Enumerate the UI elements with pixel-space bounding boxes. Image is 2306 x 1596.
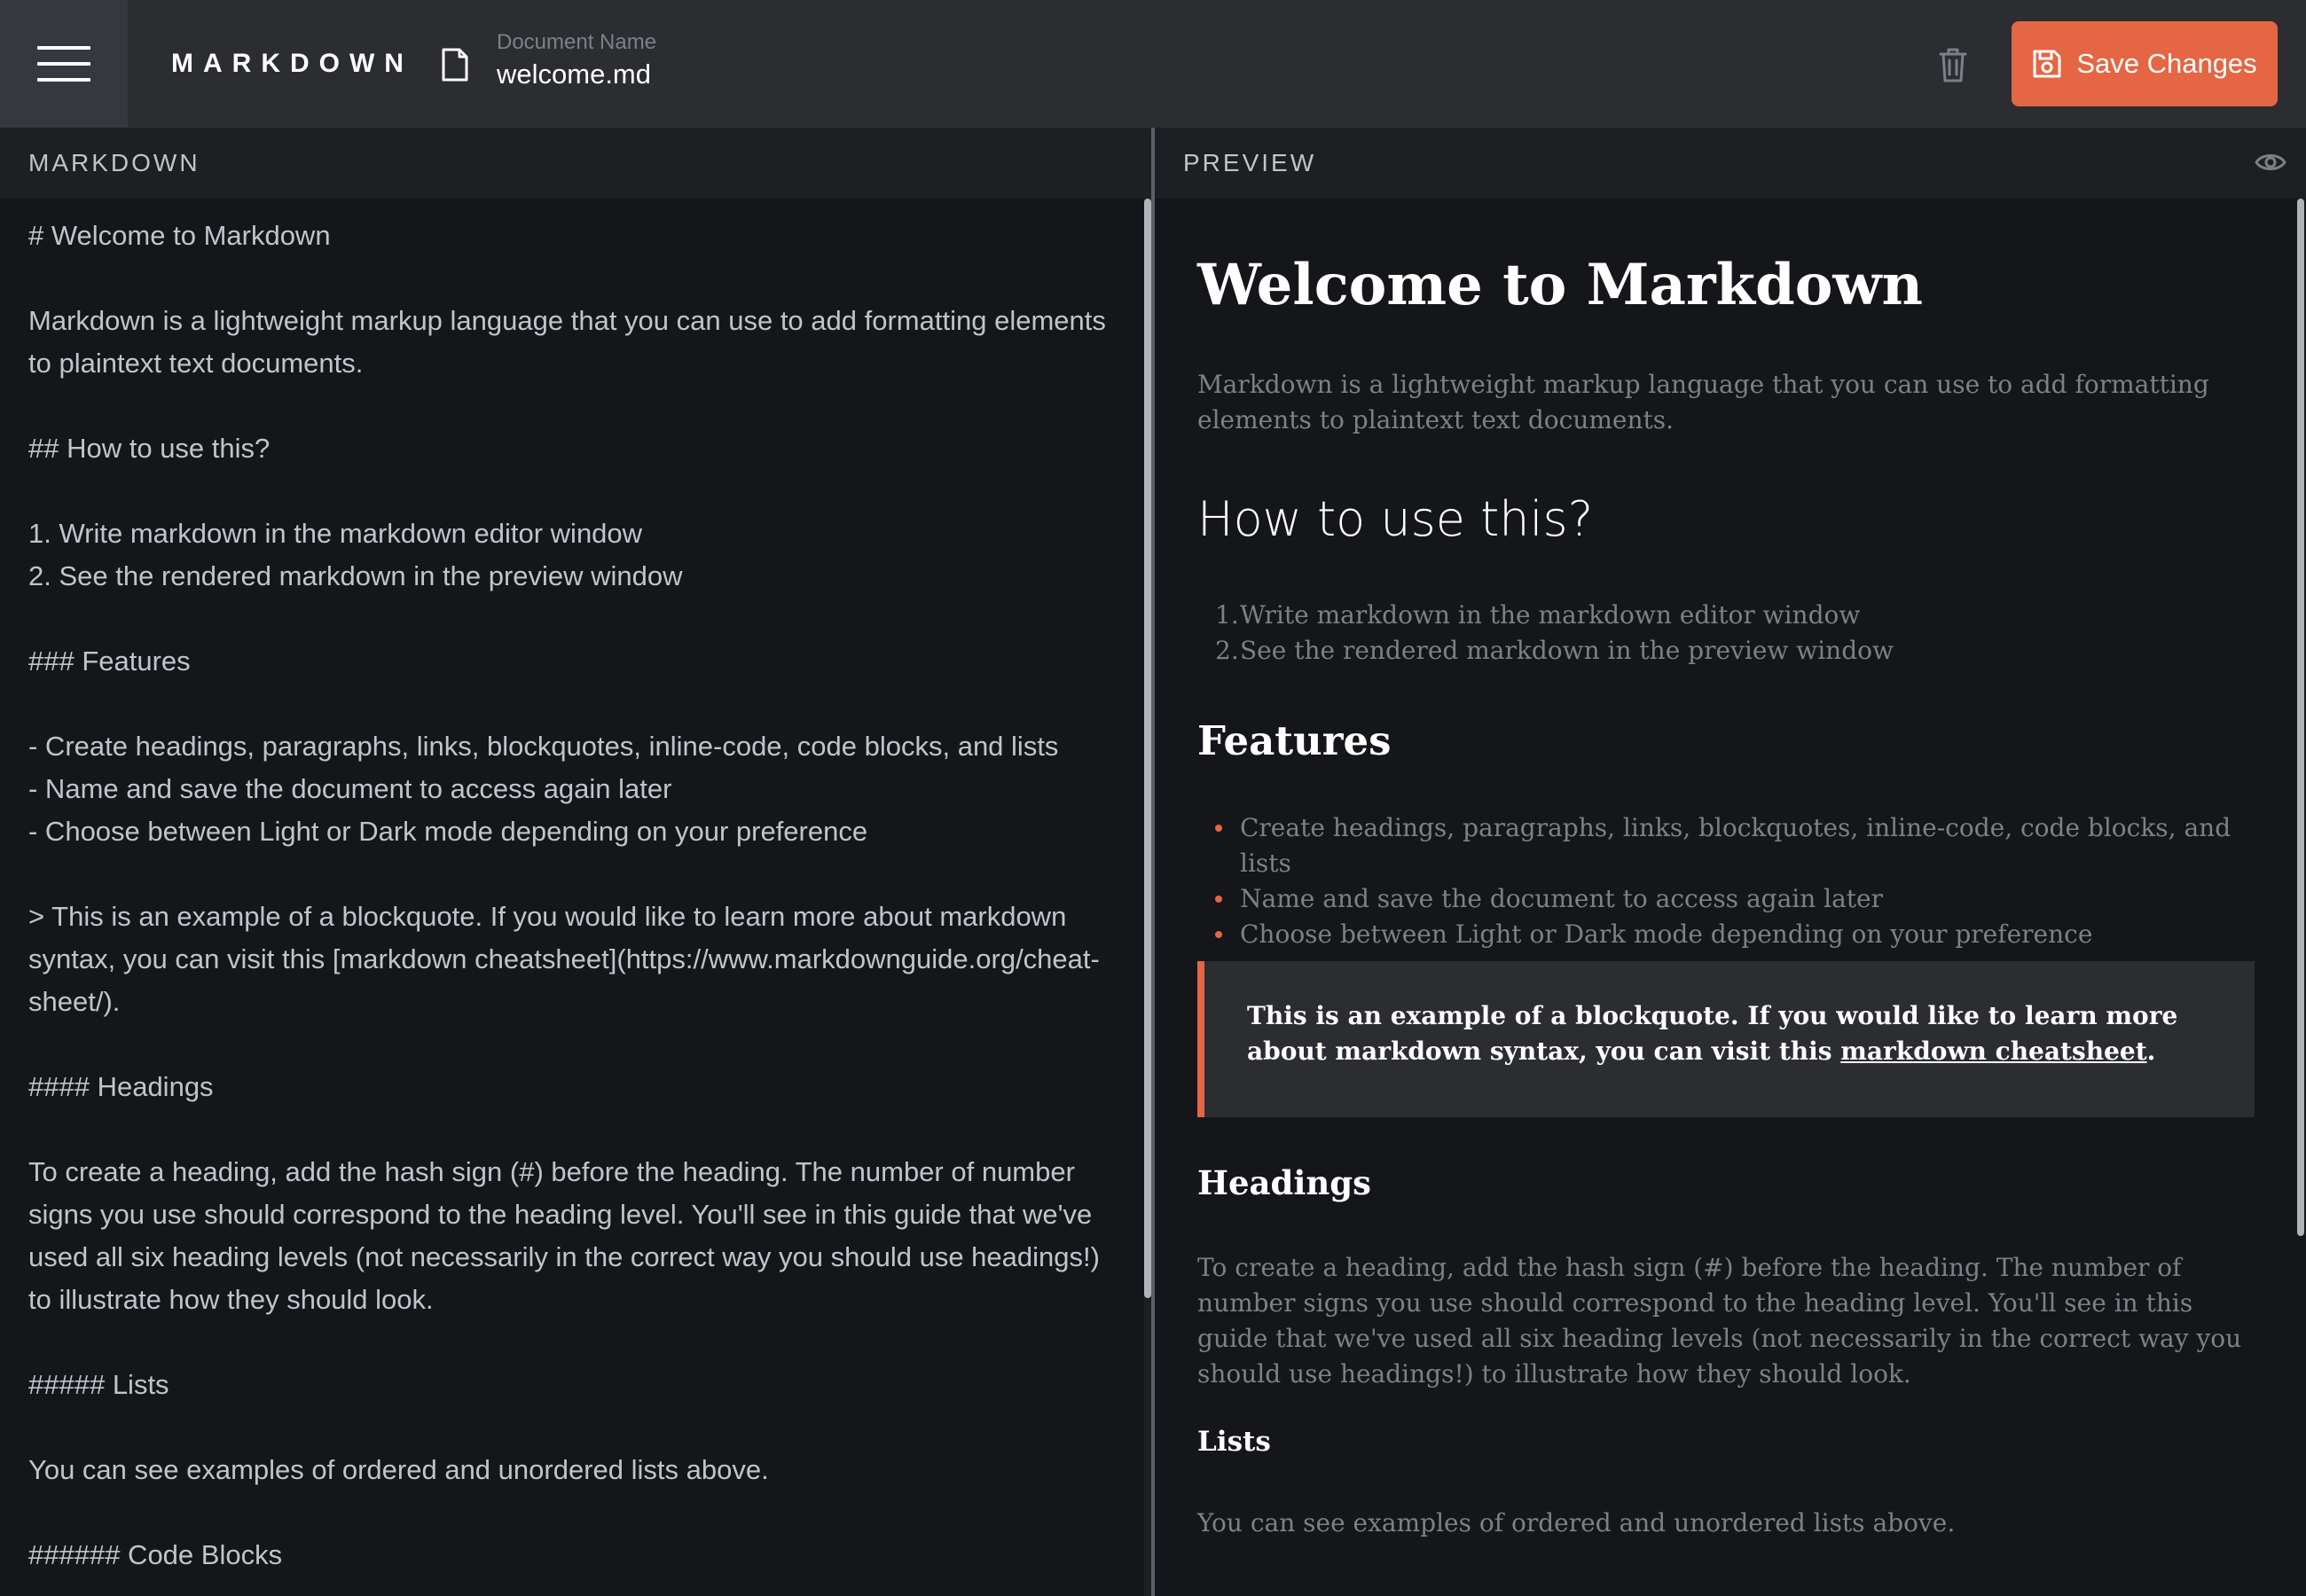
- preview-lists-paragraph: You can see examples of ordered and unor…: [1197, 1508, 1956, 1537]
- app-logo: MARKDOWN: [171, 49, 413, 78]
- save-button-label: Save Changes: [2076, 48, 2257, 79]
- document-name-input[interactable]: [497, 59, 940, 90]
- preview-heading-2: How to use this?: [1197, 491, 1594, 547]
- list-item: 2. See the rendered markdown in the previ…: [1197, 633, 2255, 669]
- preview-scrollbar[interactable]: [2297, 199, 2304, 1236]
- menu-icon-bar: [37, 78, 90, 82]
- menu-icon-bar: [37, 46, 90, 50]
- document-name-label: Document Name: [497, 30, 657, 54]
- preview-pane: PREVIEW Welcome to Markdown Markdown is …: [1155, 128, 2306, 1596]
- top-bar: MARKDOWN Document Name Save Changes: [0, 0, 2306, 128]
- list-item-text: Write markdown in the markdown editor wi…: [1240, 600, 1861, 630]
- list-number: 2.: [1215, 636, 1239, 665]
- preview-title: PREVIEW: [1183, 149, 1317, 176]
- list-number: 1.: [1215, 600, 1239, 630]
- preview-headings-paragraph: To create a heading, add the hash sign (…: [1197, 1253, 2242, 1389]
- eye-icon[interactable]: [2255, 149, 2286, 176]
- preview-heading-5: Lists: [1197, 1426, 1271, 1458]
- preview-unordered-list: Create headings, paragraphs, links, bloc…: [1197, 810, 2255, 952]
- document-icon: [442, 48, 468, 82]
- preview-heading-4: Headings: [1197, 1163, 1372, 1202]
- markdown-editor-textarea[interactable]: # Welcome to Markdown Markdown is a ligh…: [28, 215, 1119, 1576]
- save-button[interactable]: Save Changes: [2012, 21, 2278, 106]
- list-item: Name and save the document to access aga…: [1197, 881, 2255, 917]
- menu-icon-bar: [37, 62, 90, 66]
- blockquote-text-end: .: [2146, 1037, 2156, 1066]
- preview-intro-paragraph: Markdown is a lightweight markup languag…: [1197, 370, 2209, 434]
- trash-icon[interactable]: [1937, 46, 1969, 83]
- preview-blockquote: This is an example of a blockquote. If y…: [1197, 961, 2255, 1117]
- list-item: 1. Write markdown in the markdown editor …: [1197, 598, 2255, 633]
- preview-header: PREVIEW: [1155, 128, 2306, 199]
- menu-button[interactable]: [0, 0, 128, 128]
- preview-heading-3: Features: [1197, 717, 1392, 764]
- save-icon: [2033, 50, 2061, 78]
- markdown-cheatsheet-link[interactable]: markdown cheatsheet: [1840, 1037, 2146, 1066]
- editor-scrollbar[interactable]: [1144, 199, 1151, 1298]
- editor-title: MARKDOWN: [28, 149, 200, 176]
- list-item-text: See the rendered markdown in the preview…: [1240, 636, 1894, 665]
- markdown-editor-pane: MARKDOWN # Welcome to Markdown Markdown …: [0, 128, 1151, 1596]
- preview-ordered-list: 1. Write markdown in the markdown editor …: [1197, 598, 2255, 669]
- list-item: Choose between Light or Dark mode depend…: [1197, 917, 2255, 952]
- preview-heading-1: Welcome to Markdown: [1197, 252, 1924, 318]
- list-item: Create headings, paragraphs, links, bloc…: [1197, 810, 2255, 881]
- editor-header: MARKDOWN: [0, 128, 1151, 199]
